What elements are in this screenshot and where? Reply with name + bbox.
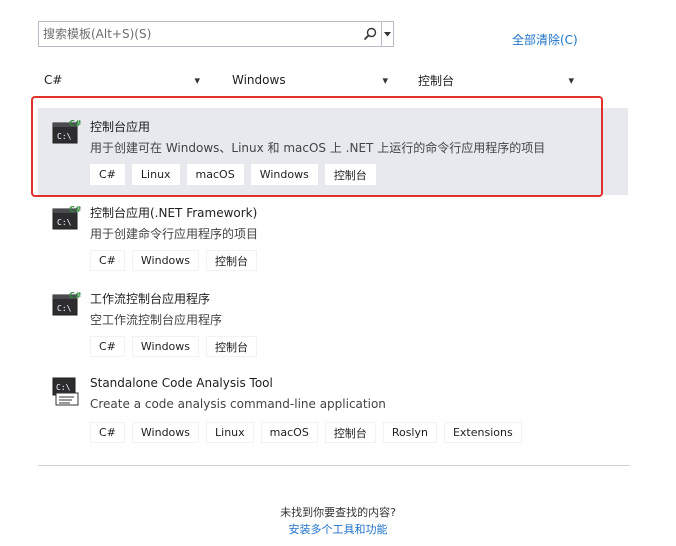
code-analysis-icon: C:\ [52,376,82,406]
language-filter[interactable]: C# ▾ [44,70,200,90]
tag: Linux [206,422,254,443]
tag: Windows [250,164,318,185]
template-description: 空工作流控制台应用程序 [90,313,223,327]
tag: Windows [131,336,200,357]
tag: C# [90,164,125,185]
template-tags: C# Windows 控制台 [90,336,258,357]
template-item-workflow-console-app[interactable]: C:\ C# 工作流控制台应用程序 空工作流控制台应用程序 C# Windows… [52,290,622,360]
svg-text:C#: C# [69,205,82,214]
svg-text:C:\: C:\ [56,383,71,392]
svg-text:C#: C# [69,119,82,128]
tag: 控制台 [324,164,376,185]
template-tags: C# Windows 控制台 [90,250,258,271]
console-csharp-icon: C:\ C# [52,118,82,146]
template-item-console-app-netframework[interactable]: C:\ C# 控制台应用(.NET Framework) 用于创建命令行应用程序… [52,204,622,274]
svg-text:C:\: C:\ [57,304,72,313]
project-type-filter[interactable]: 控制台 ▾ [418,70,574,90]
chevron-down-icon: ▾ [382,73,388,87]
tag: 控制台 [206,250,258,271]
template-description: 用于创建可在 Windows、Linux 和 macOS 上 .NET 上运行的… [90,141,546,155]
console-csharp-icon: C:\ C# [52,204,82,232]
tag: C# [90,336,125,357]
tag: 控制台 [206,336,258,357]
template-description: 用于创建命令行应用程序的项目 [90,227,259,241]
svg-text:C:\: C:\ [57,132,72,141]
platform-filter[interactable]: Windows ▾ [232,70,388,90]
tag: Windows [131,422,200,443]
search-box [38,21,394,47]
template-title: 控制台应用(.NET Framework) [90,206,258,220]
tag: Windows [131,250,200,271]
install-tools-link[interactable]: 安装多个工具和功能 [0,521,676,537]
chevron-down-icon: ▾ [568,73,574,87]
tag: C# [90,250,125,271]
search-icon[interactable] [359,22,381,46]
not-found-text: 未找到你要查找的内容? [280,506,396,519]
console-csharp-icon: C:\ C# [52,290,82,318]
tag: macOS [186,164,244,185]
tag: macOS [260,422,318,443]
chevron-down-icon: ▾ [194,73,200,87]
search-dropdown-icon[interactable] [381,22,393,46]
template-title: 工作流控制台应用程序 [90,292,211,306]
tag: Extensions [443,422,522,443]
platform-filter-value: Windows [232,73,286,87]
tag: C# [90,422,125,443]
language-filter-value: C# [44,73,63,87]
tag: Linux [131,164,180,185]
template-item-console-app[interactable]: C:\ C# 控制台应用 用于创建可在 Windows、Linux 和 macO… [52,118,622,188]
search-input[interactable] [39,22,359,46]
clear-all-link[interactable]: 全部清除(C) [512,31,578,48]
tag: Roslyn [382,422,437,443]
template-title: 控制台应用 [90,120,151,134]
list-divider [38,465,630,466]
template-description: Create a code analysis command-line appl… [90,397,386,411]
project-type-filter-value: 控制台 [418,73,455,88]
template-tags: C# Linux macOS Windows 控制台 [90,164,376,185]
template-item-code-analysis-tool[interactable]: C:\ Standalone Code Analysis Tool Create… [52,376,622,446]
template-title: Standalone Code Analysis Tool [90,376,273,390]
template-tags: C# Windows Linux macOS 控制台 Roslyn Extens… [90,422,522,443]
tag: 控制台 [324,422,376,443]
svg-text:C#: C# [69,291,82,300]
svg-text:C:\: C:\ [57,218,72,227]
